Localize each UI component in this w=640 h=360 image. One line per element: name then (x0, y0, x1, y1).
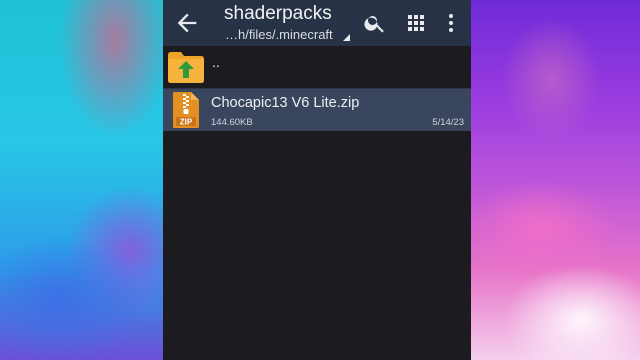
blurred-background-right (471, 0, 640, 360)
svg-text:ZIP: ZIP (180, 118, 193, 127)
folder-up-icon (167, 50, 205, 84)
path-breadcrumb[interactable]: …h/files/.minecraft (225, 27, 333, 43)
file-date: 5/14/23 (432, 117, 464, 128)
more-vert-icon[interactable] (439, 11, 463, 35)
file-manager-screen: shaderpacks …h/files/.minecraft .. ZIP C… (163, 0, 471, 360)
back-arrow-icon[interactable] (173, 9, 201, 37)
parent-folder-row[interactable]: .. (163, 46, 471, 88)
grid-view-icon[interactable] (404, 11, 428, 35)
parent-folder-label: .. (212, 54, 220, 70)
file-list: .. ZIP Chocapic13 V6 Lite.zip 144.60KB 5… (163, 46, 471, 131)
zip-file-icon: ZIP (172, 91, 200, 129)
folder-title: shaderpacks (224, 3, 332, 24)
path-dropdown-icon[interactable] (343, 34, 350, 41)
file-row[interactable]: ZIP Chocapic13 V6 Lite.zip 144.60KB 5/14… (163, 88, 471, 131)
file-size: 144.60KB (211, 117, 253, 128)
file-name: Chocapic13 V6 Lite.zip (211, 95, 360, 111)
blurred-background-left (0, 0, 163, 360)
search-icon[interactable] (363, 11, 387, 35)
app-bar: shaderpacks …h/files/.minecraft (163, 0, 471, 46)
